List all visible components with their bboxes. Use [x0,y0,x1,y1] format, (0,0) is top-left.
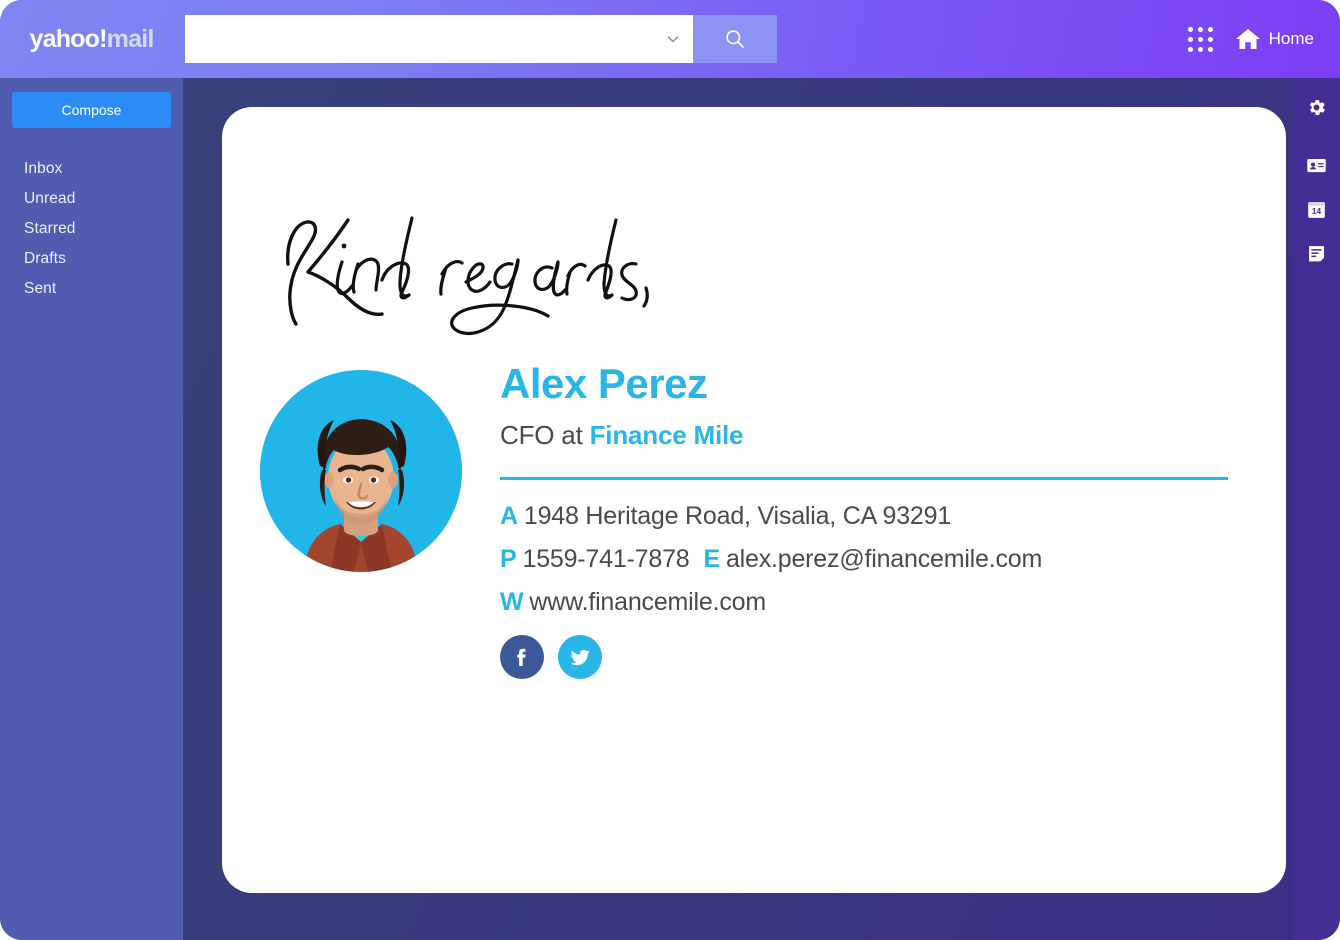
contacts-card-icon[interactable] [1306,154,1328,176]
gear-icon[interactable] [1306,96,1328,118]
email-key: E [703,545,720,574]
apps-dot [1197,26,1203,32]
facebook-icon[interactable] [500,635,544,680]
twitter-icon[interactable] [558,635,602,680]
signature-details: Alex Perez CFO at Finance Mile A 1948 Her… [500,360,1228,680]
apps-dot [1187,36,1193,42]
calendar-icon[interactable]: 14 [1306,198,1328,220]
contact-role: CFO at Finance Mile [500,420,1228,451]
search-input-container [185,15,693,63]
right-rail: 14 [1293,78,1340,940]
compose-button[interactable]: Compose [12,92,171,128]
apps-dot [1197,46,1203,52]
address-value: 1948 Heritage Road, Visalia, CA 93291 [523,502,952,531]
mail-folder-list: Inbox Unread Starred Drafts Sent [12,154,171,304]
apps-dot [1187,26,1193,32]
left-sidebar: Compose Inbox Unread Starred Drafts Sent [0,78,183,940]
contact-address-line: A 1948 Heritage Road, Visalia, CA 93291 [500,502,1228,531]
closing-signature [270,202,690,352]
email-value[interactable]: alex.perez@financemile.com [726,545,1042,573]
search-input[interactable] [185,15,693,63]
apps-dot [1187,46,1193,52]
yahoo-mail-window: yahoo! mail Home Compose Inbox Unread St… [0,0,1340,940]
phone-value: 1559-741-7878 [522,545,690,574]
logo-bang: ! [99,24,107,53]
logo-mail-text: mail [106,24,155,53]
apps-dot [1207,36,1213,42]
apps-grid-icon[interactable] [1187,26,1213,52]
search-button[interactable] [693,15,777,63]
email-signature-card: Alex Perez CFO at Finance Mile A 1948 Her… [222,107,1286,893]
avatar [260,370,462,572]
notepad-icon[interactable] [1306,242,1328,264]
sidebar-item-inbox[interactable]: Inbox [12,154,171,184]
website-value[interactable]: www.financemile.com [529,588,766,616]
apps-dot [1207,26,1213,32]
search-bar [185,15,777,63]
home-link[interactable]: Home [1235,27,1314,51]
social-links [500,635,1228,680]
company-name: Finance Mile [589,420,744,451]
role-prefix: CFO at [500,420,590,451]
home-label: Home [1268,29,1314,48]
header-actions: Home [1187,26,1340,52]
sidebar-item-sent[interactable]: Sent [12,274,171,304]
yahoo-mail-logo[interactable]: yahoo! mail [0,25,183,54]
divider [500,477,1228,481]
contact-phone-email-line: P 1559-741-7878 Ealex.perez@financemile.co… [500,545,1228,574]
address-key: A [500,502,518,531]
calendar-day-number: 14 [1312,206,1322,216]
contact-website-line: Wwww.financemile.com [500,588,1228,617]
search-icon [726,30,744,48]
logo-yahoo-text: yahoo [29,24,100,53]
website-key: W [500,588,524,617]
sidebar-item-unread[interactable]: Unread [12,184,171,214]
sidebar-item-drafts[interactable]: Drafts [12,244,171,274]
contact-name: Alex Perez [500,360,708,407]
signature-body: Alex Perez CFO at Finance Mile A 1948 Her… [260,360,1228,680]
apps-dot [1207,46,1213,52]
app-header: yahoo! mail Home [0,0,1340,78]
sidebar-item-starred[interactable]: Starred [12,214,171,244]
phone-key: P [500,545,517,574]
home-icon [1235,29,1260,49]
apps-dot [1197,36,1203,42]
